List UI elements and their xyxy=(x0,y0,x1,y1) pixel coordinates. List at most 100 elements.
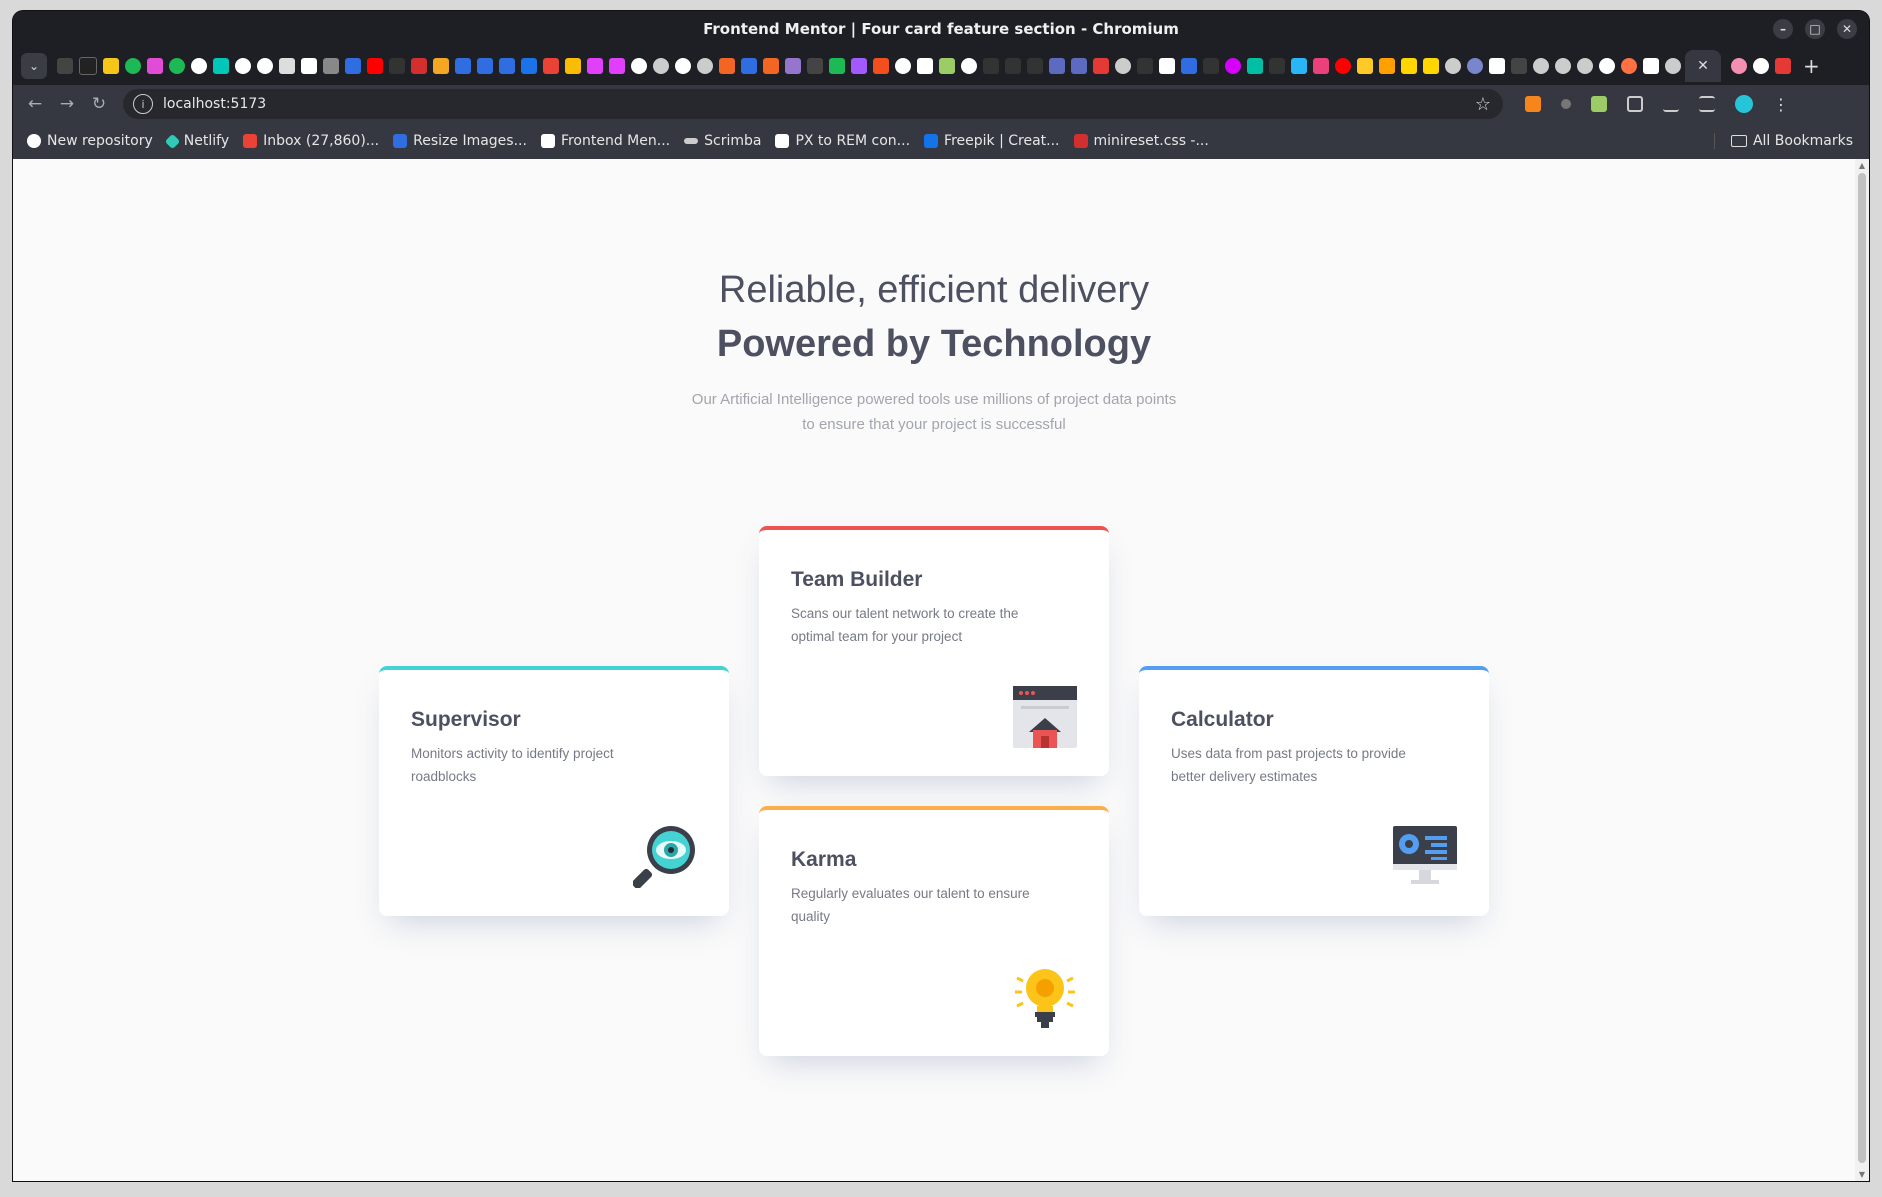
puzzle-icon[interactable] xyxy=(1627,96,1643,112)
bookmark-item[interactable]: Netlify xyxy=(164,133,229,149)
tab-favicon[interactable] xyxy=(389,58,405,74)
tab-search-button[interactable]: ⌄ xyxy=(21,53,47,79)
tab-favicon[interactable] xyxy=(1489,58,1505,74)
tab-favicon[interactable] xyxy=(147,58,163,74)
media-icon[interactable] xyxy=(1699,96,1715,112)
tab-favicon[interactable] xyxy=(829,58,845,74)
tab-favicon[interactable] xyxy=(1313,58,1329,74)
tab-favicon[interactable] xyxy=(499,58,515,74)
tab-favicon[interactable] xyxy=(675,58,691,74)
minimize-button[interactable]: – xyxy=(1773,19,1793,39)
tab-favicon[interactable] xyxy=(1665,58,1681,74)
tab-favicon[interactable] xyxy=(1511,58,1527,74)
active-tab[interactable]: ✕ xyxy=(1685,50,1721,82)
tab-favicon[interactable] xyxy=(1071,58,1087,74)
forward-icon[interactable]: → xyxy=(53,90,81,118)
tab-favicon[interactable] xyxy=(741,58,757,74)
tab-favicon[interactable] xyxy=(851,58,867,74)
tab-favicon[interactable] xyxy=(1357,58,1373,74)
tab-favicon[interactable] xyxy=(1247,58,1263,74)
tab-favicon[interactable] xyxy=(653,58,669,74)
tab-favicon[interactable] xyxy=(367,58,383,74)
bookmark-item[interactable]: Resize Images... xyxy=(393,133,527,149)
tab-favicon[interactable] xyxy=(323,58,339,74)
tab-favicon[interactable] xyxy=(1643,58,1659,74)
tab-favicon[interactable] xyxy=(411,58,427,74)
all-bookmarks-button[interactable]: All Bookmarks xyxy=(1713,133,1853,149)
tab-favicon[interactable] xyxy=(1027,58,1043,74)
page-scrollbar[interactable]: ▲ ▼ xyxy=(1855,159,1869,1181)
tab-favicon[interactable] xyxy=(191,58,207,74)
bookmark-item[interactable]: Freepik | Creat... xyxy=(924,133,1060,149)
tab-favicon[interactable] xyxy=(1225,58,1241,74)
tab-favicon[interactable] xyxy=(1203,58,1219,74)
tab-favicon[interactable] xyxy=(1731,58,1747,74)
tab-favicon[interactable] xyxy=(873,58,889,74)
tab-favicon[interactable] xyxy=(983,58,999,74)
tab-favicon[interactable] xyxy=(433,58,449,74)
tab-favicon[interactable] xyxy=(1401,58,1417,74)
flask-icon[interactable] xyxy=(1663,96,1679,112)
tab-favicon[interactable] xyxy=(697,58,713,74)
tab-favicon[interactable] xyxy=(1093,58,1109,74)
tab-favicon[interactable] xyxy=(1269,58,1285,74)
tab-favicon[interactable] xyxy=(1137,58,1153,74)
tab-favicon[interactable] xyxy=(917,58,933,74)
tab-favicon[interactable] xyxy=(1379,58,1395,74)
bookmark-item[interactable]: PX to REM con... xyxy=(775,133,910,149)
url-text[interactable]: localhost:5173 xyxy=(163,96,1475,112)
metamask-icon[interactable] xyxy=(1525,96,1541,112)
tab-favicon[interactable] xyxy=(1005,58,1021,74)
bookmark-star-icon[interactable]: ☆ xyxy=(1475,94,1491,115)
tab-favicon[interactable] xyxy=(1555,58,1571,74)
tab-favicon[interactable] xyxy=(79,57,97,75)
tab-favicon[interactable] xyxy=(301,58,317,74)
tab-favicon[interactable] xyxy=(57,58,73,74)
bookmark-item[interactable]: minireset.css -... xyxy=(1073,133,1209,149)
tab-favicon[interactable] xyxy=(1467,58,1483,74)
profile-avatar[interactable] xyxy=(1735,95,1753,113)
maximize-button[interactable]: □ xyxy=(1805,19,1825,39)
tab-favicon[interactable] xyxy=(1423,58,1439,74)
tab-favicon[interactable] xyxy=(1533,58,1549,74)
tab-favicon[interactable] xyxy=(895,58,911,74)
tab-favicon[interactable] xyxy=(609,58,625,74)
bookmark-item[interactable]: Scrimba xyxy=(684,133,761,149)
site-info-icon[interactable]: i xyxy=(133,94,153,114)
extension-icon[interactable] xyxy=(1591,96,1607,112)
tab-favicon[interactable] xyxy=(565,58,581,74)
scrollbar-thumb[interactable] xyxy=(1858,173,1866,1163)
scroll-down-icon[interactable]: ▼ xyxy=(1857,1170,1867,1179)
tab-favicon[interactable] xyxy=(521,58,537,74)
tab-favicon[interactable] xyxy=(543,58,559,74)
extension-icon[interactable] xyxy=(1561,99,1571,109)
tab-favicon[interactable] xyxy=(1335,58,1351,74)
tab-favicon[interactable] xyxy=(125,58,141,74)
tab-favicon[interactable] xyxy=(279,58,295,74)
tab-favicon[interactable] xyxy=(1775,58,1791,74)
bookmark-item[interactable]: Inbox (27,860)... xyxy=(243,133,379,149)
tab-favicon[interactable] xyxy=(169,58,185,74)
tab-favicon[interactable] xyxy=(103,58,119,74)
tab-close-icon[interactable]: ✕ xyxy=(1697,58,1709,74)
tab-favicon[interactable] xyxy=(1049,58,1065,74)
tab-favicon[interactable] xyxy=(1115,58,1131,74)
tab-favicon[interactable] xyxy=(1577,58,1593,74)
tab-favicon[interactable] xyxy=(1599,58,1615,74)
address-bar[interactable]: i localhost:5173 ☆ xyxy=(123,89,1503,119)
tab-favicon[interactable] xyxy=(345,58,361,74)
tab-favicon[interactable] xyxy=(1621,58,1637,74)
tab-favicon[interactable] xyxy=(939,58,955,74)
bookmark-item[interactable]: New repository xyxy=(27,133,153,149)
tab-favicon[interactable] xyxy=(1445,58,1461,74)
reload-icon[interactable]: ↻ xyxy=(85,90,113,118)
tab-favicon[interactable] xyxy=(961,58,977,74)
scroll-up-icon[interactable]: ▲ xyxy=(1857,161,1867,170)
tab-favicon[interactable] xyxy=(213,58,229,74)
close-window-button[interactable]: ✕ xyxy=(1837,19,1857,39)
back-icon[interactable]: ← xyxy=(21,90,49,118)
tab-favicon[interactable] xyxy=(785,58,801,74)
tab-favicon[interactable] xyxy=(631,58,647,74)
new-tab-button[interactable]: + xyxy=(1803,54,1820,78)
menu-dots-icon[interactable]: ⋮ xyxy=(1773,95,1789,114)
